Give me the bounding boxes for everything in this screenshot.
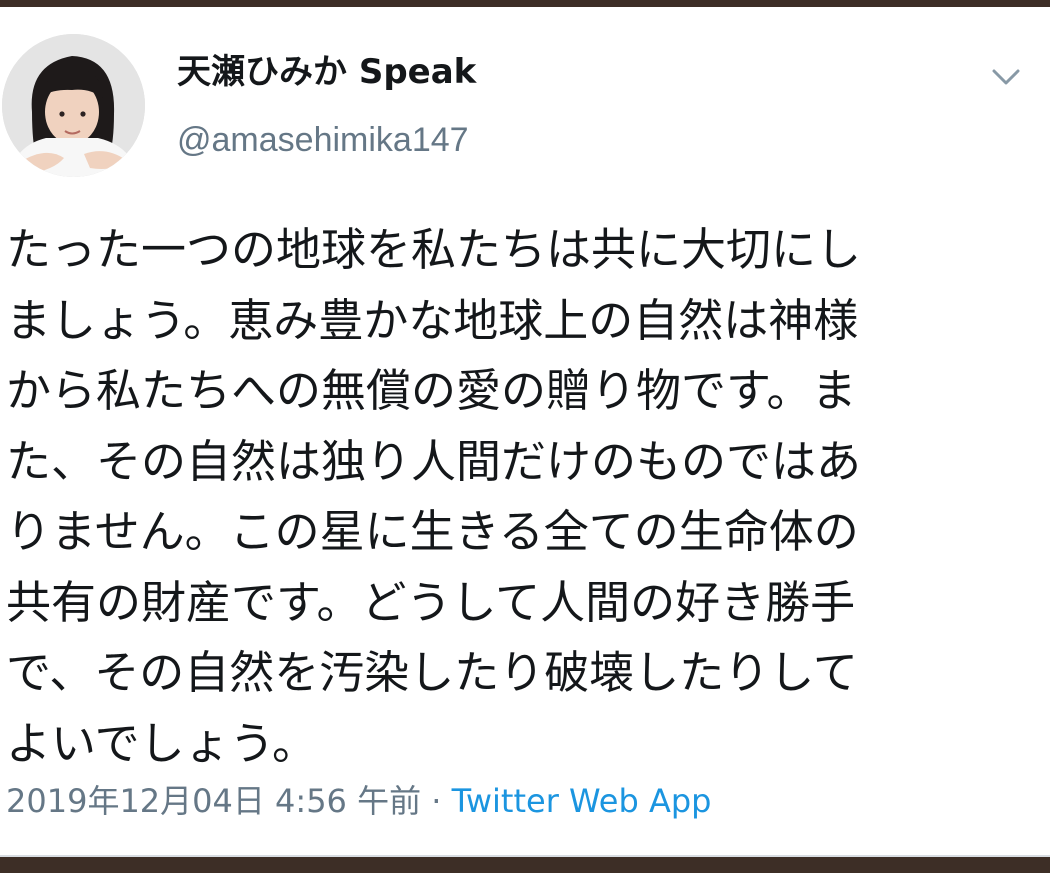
tweet-text-line: たった一つの地球を私たちは共に大切にし [6,223,862,276]
tweet-text-line: で、その自然を汚染したり破壊したりして [6,646,858,699]
tweet-source-link[interactable]: Twitter Web App [452,782,712,820]
tweet-text-line: よいでしょう。 [6,716,317,770]
tweet-text-line: から私たちへの無償の愛の贈り物です。ま [6,364,857,417]
tweet-text-line: 共有の財産です。どうして人間の好き勝手 [6,575,856,629]
tweet-metadata: 2019年12月04日 4:56 午前 · Twitter Web App [6,779,711,823]
tweet-text: たった一つの地球を私たちは共に大切にし ましょう。恵み豊かな地球上の自然は神様 … [6,215,1006,779]
author-display-name[interactable]: 天瀬ひみか Speak [177,49,476,95]
chevron-down-icon [992,69,1020,85]
tweet-timestamp[interactable]: 2019年12月04日 4:56 午前 [6,782,421,820]
tweet-text-line: りません。この星に生きる全ての生命体の [6,505,859,558]
tweet-card: 天瀬ひみか Speak @amasehimika147 たった一つの地球を私たち… [0,7,1050,857]
divider [0,855,1050,857]
profile-photo-icon [2,34,145,177]
meta-separator: · [421,782,452,820]
tweet-text-line: た、その自然は独り人間だけのものではあ [6,434,862,488]
avatar[interactable] [2,34,145,177]
tweet-text-line: ましょう。恵み豊かな地球上の自然は神様 [6,293,859,347]
author-handle[interactable]: @amasehimika147 [177,118,469,162]
tweet-menu-button[interactable] [986,62,1026,92]
